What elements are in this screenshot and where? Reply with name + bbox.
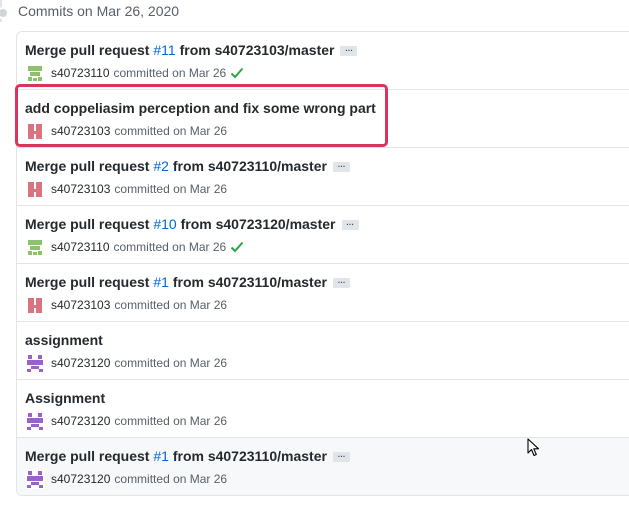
commit-meta: s40723110 committed on Mar 26 [25,63,244,83]
commit-title-text-suffix[interactable]: from s40723103/master [176,42,335,58]
commit-title-text[interactable]: Merge pull request [25,448,153,464]
commit-meta: s40723103 committed on Mar 26 [25,295,228,315]
check-icon[interactable] [230,241,244,253]
commit-title[interactable]: Assignment [25,390,105,406]
avatar-icon[interactable] [25,411,45,431]
commit-row: Merge pull request #1 from s40723110/mas… [17,263,629,321]
commit-date: committed on Mar 26 [113,66,227,80]
author-link[interactable]: s40723110 [51,66,110,80]
commit-title-text[interactable]: Merge pull request [25,158,153,174]
commit-date: committed on Mar 26 [114,414,228,428]
avatar-icon[interactable] [25,469,45,489]
commit-title-text-suffix[interactable]: from s40723120/master [177,216,336,232]
expand-message-button[interactable]: … [332,451,350,463]
expand-message-button[interactable]: … [341,219,359,231]
commit-row: Merge pull request #11 from s40723103/ma… [17,32,629,89]
commit-date: committed on Mar 26 [113,240,227,254]
commit-date: committed on Mar 26 [114,356,228,370]
author-link[interactable]: s40723120 [51,356,110,370]
commit-title[interactable]: Merge pull request #10 from s40723120/ma… [25,216,359,232]
commit-row: add coppeliasim perception and fix some … [17,89,629,147]
timeline-dot-icon [0,7,9,19]
commit-title-text[interactable]: Merge pull request [25,42,153,58]
author-link[interactable]: s40723103 [51,298,110,312]
pr-link[interactable]: #2 [153,158,169,174]
avatar-icon[interactable] [25,63,45,83]
commit-group-header: Commits on Mar 26, 2020 [18,3,180,19]
commit-meta: s40723110 committed on Mar 26 [25,237,244,257]
author-link[interactable]: s40723103 [51,124,110,138]
commit-title[interactable]: Merge pull request #2 from s40723110/mas… [25,158,350,174]
author-link[interactable]: s40723120 [51,472,110,486]
expand-message-button[interactable]: … [332,277,350,289]
avatar-icon[interactable] [25,179,45,199]
commit-meta: s40723103 committed on Mar 26 [25,179,228,199]
commit-meta: s40723120 committed on Mar 26 [25,469,228,489]
commit-title-text[interactable]: Assignment [25,390,105,406]
commit-row: Assignment s40723120 committed on Mar 26 [17,379,629,437]
pr-link[interactable]: #1 [153,274,169,290]
author-link[interactable]: s40723120 [51,414,110,428]
avatar-icon[interactable] [25,237,45,257]
commit-title[interactable]: Merge pull request #1 from s40723110/mas… [25,274,350,290]
check-icon[interactable] [230,67,244,79]
commit-list: Merge pull request #11 from s40723103/ma… [16,31,629,496]
expand-message-button[interactable]: … [332,161,350,173]
avatar-icon[interactable] [25,295,45,315]
commit-meta: s40723120 committed on Mar 26 [25,353,228,373]
commit-title-text[interactable]: Merge pull request [25,274,153,290]
commit-title-text-suffix[interactable]: from s40723110/master [169,158,327,174]
commit-title[interactable]: assignment [25,332,103,348]
commit-row: Merge pull request #10 from s40723120/ma… [17,205,629,263]
commit-title-text[interactable]: add coppeliasim perception and fix some … [25,100,376,116]
pr-link[interactable]: #10 [153,216,176,232]
mouse-pointer-icon [527,438,540,457]
commit-row: assignment s40723120 committed on Mar 26 [17,321,629,379]
pr-link[interactable]: #1 [153,448,169,464]
commit-title-text[interactable]: Merge pull request [25,216,153,232]
commit-title[interactable]: Merge pull request #1 from s40723110/mas… [25,448,350,464]
commit-title-text[interactable]: assignment [25,332,103,348]
pr-link[interactable]: #11 [153,42,175,58]
commit-date: committed on Mar 26 [114,298,228,312]
commit-title[interactable]: Merge pull request #11 from s40723103/ma… [25,42,358,58]
commit-title-text-suffix[interactable]: from s40723110/master [169,448,327,464]
avatar-icon[interactable] [25,121,45,141]
commit-title-text-suffix[interactable]: from s40723110/master [169,274,327,290]
commit-date: committed on Mar 26 [114,182,228,196]
commit-row: Merge pull request #2 from s40723110/mas… [17,147,629,205]
commit-meta: s40723120 committed on Mar 26 [25,411,228,431]
commit-date: committed on Mar 26 [114,124,228,138]
avatar-icon[interactable] [25,353,45,373]
expand-message-button[interactable]: … [340,45,358,57]
commit-meta: s40723103 committed on Mar 26 [25,121,228,141]
commit-date: committed on Mar 26 [114,472,228,486]
commit-title[interactable]: add coppeliasim perception and fix some … [25,100,376,116]
author-link[interactable]: s40723103 [51,182,110,196]
author-link[interactable]: s40723110 [51,240,110,254]
